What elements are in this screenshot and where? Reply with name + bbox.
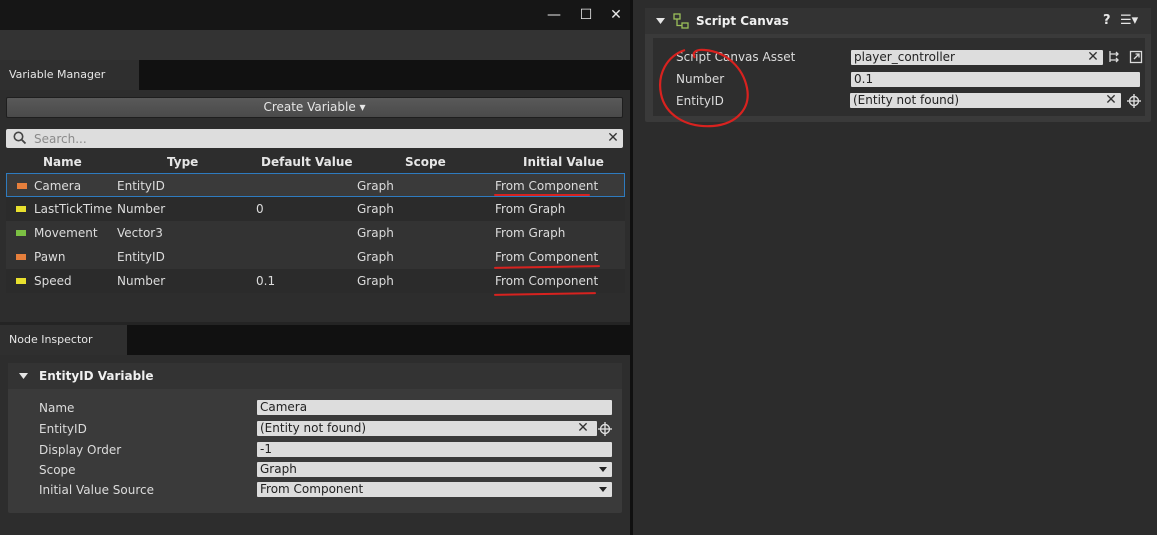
variable-manager-tabbar: Variable Manager bbox=[0, 60, 630, 90]
cell-initial-value: From Graph bbox=[495, 226, 566, 240]
column-header-type[interactable]: Type bbox=[167, 152, 198, 172]
asset-value: player_controller bbox=[854, 50, 955, 64]
cell-type: Number bbox=[117, 274, 166, 288]
number-field[interactable]: 0.1 bbox=[851, 72, 1140, 87]
collapse-arrow-icon[interactable] bbox=[656, 17, 665, 25]
entityid-value: (Entity not found) bbox=[260, 421, 367, 435]
clear-entity-icon[interactable]: ✕ bbox=[1103, 93, 1119, 108]
cell-name: Speed bbox=[34, 274, 72, 288]
scope-dropdown[interactable]: Graph bbox=[257, 462, 612, 477]
cell-scope: Graph bbox=[357, 202, 394, 216]
cell-name: Pawn bbox=[34, 250, 66, 264]
cell-scope: Graph bbox=[357, 179, 394, 193]
entityid-field[interactable]: (Entity not found) bbox=[850, 93, 1121, 108]
initial-value-source-value: From Component bbox=[260, 482, 364, 496]
cell-scope: Graph bbox=[357, 274, 394, 288]
variable-color-swatch bbox=[16, 278, 26, 284]
create-variable-button[interactable]: Create Variable ▾ bbox=[6, 97, 623, 118]
table-header: Name Type Default Value Scope Initial Va… bbox=[6, 152, 625, 172]
cell-scope: Graph bbox=[357, 226, 394, 240]
scope-value: Graph bbox=[260, 462, 297, 476]
initial-value-source-dropdown[interactable]: From Component bbox=[257, 482, 612, 497]
minimize-button[interactable]: — bbox=[543, 4, 565, 26]
collapse-arrow-icon[interactable] bbox=[19, 372, 28, 380]
node-inspector-panel: EntityID Variable Name Camera EntityID (… bbox=[8, 363, 622, 513]
help-icon[interactable]: ? bbox=[1103, 8, 1111, 34]
close-button[interactable]: ✕ bbox=[605, 4, 627, 26]
display-order-field[interactable]: -1 bbox=[257, 442, 612, 457]
toolbar-strip bbox=[0, 30, 630, 60]
node-inspector-tabbar: Node Inspector bbox=[0, 325, 630, 355]
prop-label-entityid: EntityID bbox=[39, 422, 87, 436]
entity-picker-icon[interactable] bbox=[1127, 94, 1141, 108]
clear-entity-icon[interactable]: ✕ bbox=[575, 421, 591, 436]
cell-initial-value: From Graph bbox=[495, 202, 566, 216]
clear-search-icon[interactable]: ✕ bbox=[605, 130, 621, 146]
maximize-button[interactable]: ☐ bbox=[575, 4, 597, 26]
chevron-down-icon bbox=[599, 487, 607, 492]
component-menu-icon[interactable]: ☰▾ bbox=[1120, 8, 1138, 34]
variable-color-swatch bbox=[17, 183, 27, 189]
clear-asset-icon[interactable]: ✕ bbox=[1085, 50, 1101, 65]
search-box: ✕ bbox=[6, 129, 623, 148]
entity-picker-icon[interactable] bbox=[598, 422, 612, 436]
cell-name: Movement bbox=[34, 226, 98, 240]
open-in-editor-icon[interactable] bbox=[1129, 50, 1143, 64]
entityid-value: (Entity not found) bbox=[853, 93, 960, 107]
column-header-name[interactable]: Name bbox=[43, 152, 82, 172]
annotation-underline bbox=[494, 194, 590, 196]
cell-default: 0 bbox=[256, 202, 264, 216]
cell-name: LastTickTime bbox=[34, 202, 113, 216]
column-header-default-value[interactable]: Default Value bbox=[261, 152, 353, 172]
prop-label-scope: Scope bbox=[39, 463, 76, 477]
cell-type: EntityID bbox=[117, 250, 165, 264]
cell-type: Number bbox=[117, 202, 166, 216]
section-header[interactable]: EntityID Variable bbox=[8, 363, 622, 389]
variable-color-swatch bbox=[16, 206, 26, 212]
prop-label-name: Name bbox=[39, 401, 75, 415]
table-row[interactable]: Speed Number 0.1 Graph From Component bbox=[6, 269, 625, 293]
script-canvas-asset-field[interactable]: player_controller bbox=[851, 50, 1103, 65]
cell-name: Camera bbox=[34, 179, 82, 193]
cell-initial-value: From Component bbox=[495, 274, 599, 288]
tab-node-inspector[interactable]: Node Inspector bbox=[0, 325, 127, 355]
prop-label-display-order: Display Order bbox=[39, 443, 122, 457]
prop-label-initial-value-source: Initial Value Source bbox=[39, 483, 155, 497]
section-title: EntityID Variable bbox=[39, 369, 154, 383]
cell-type: Vector3 bbox=[117, 226, 163, 240]
column-header-initial-value[interactable]: Initial Value bbox=[523, 152, 604, 172]
script-canvas-icon bbox=[673, 13, 689, 29]
annotation-circle bbox=[659, 48, 749, 128]
tab-variable-manager[interactable]: Variable Manager bbox=[0, 60, 139, 90]
cell-scope: Graph bbox=[357, 250, 394, 264]
search-input[interactable] bbox=[34, 129, 594, 148]
chevron-down-icon bbox=[599, 467, 607, 472]
name-field[interactable]: Camera bbox=[257, 400, 612, 415]
component-header[interactable]: Script Canvas ? ☰▾ bbox=[645, 8, 1151, 34]
cell-type: EntityID bbox=[117, 179, 165, 193]
search-icon bbox=[13, 131, 27, 145]
asset-browse-icon[interactable] bbox=[1107, 50, 1121, 64]
entityid-field[interactable]: (Entity not found) bbox=[257, 421, 597, 436]
variable-color-swatch bbox=[16, 230, 26, 236]
variable-color-swatch bbox=[16, 254, 26, 260]
table-row[interactable]: LastTickTime Number 0 Graph From Graph bbox=[6, 197, 625, 221]
cell-default: 0.1 bbox=[256, 274, 276, 288]
title-bar: — ☐ ✕ bbox=[0, 0, 630, 30]
component-title: Script Canvas bbox=[696, 14, 789, 28]
table-row[interactable]: Movement Vector3 Graph From Graph bbox=[6, 221, 625, 245]
column-header-scope[interactable]: Scope bbox=[405, 152, 446, 172]
